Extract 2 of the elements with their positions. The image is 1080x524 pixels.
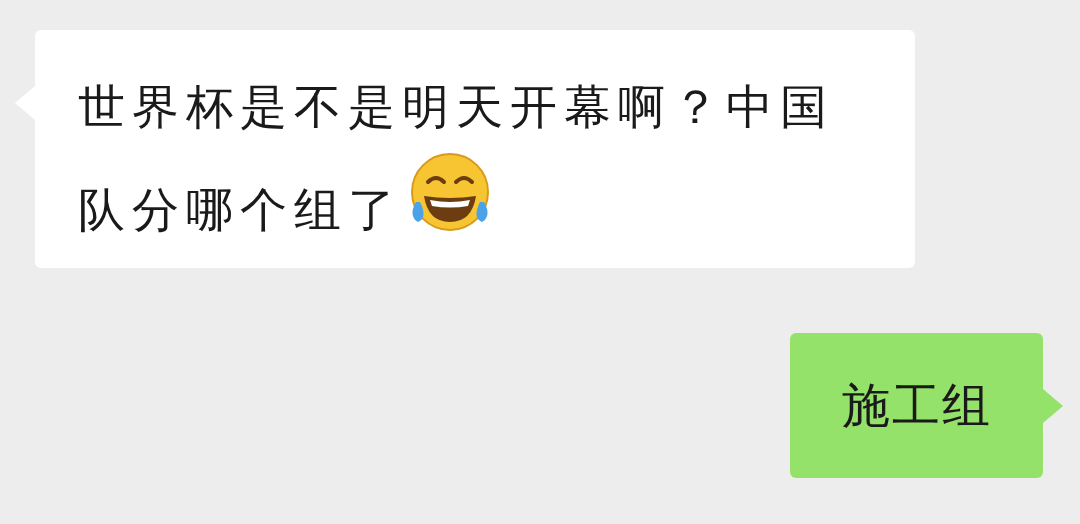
message-text: 施工组: [841, 375, 992, 435]
message-text: 世界杯是不是明天开幕啊？中国队分哪个组了: [78, 66, 878, 251]
